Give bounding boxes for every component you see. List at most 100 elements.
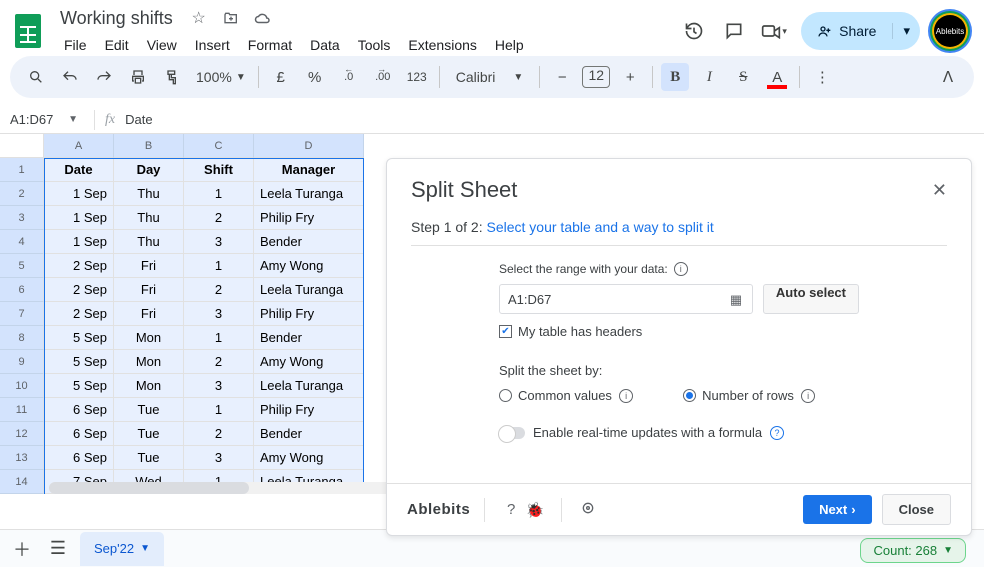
cell[interactable]: Tue <box>114 422 184 446</box>
cell[interactable]: Mon <box>114 350 184 374</box>
col-header-c[interactable]: C <box>184 134 254 158</box>
menu-view[interactable]: View <box>139 33 185 57</box>
next-button[interactable]: Next› <box>803 495 872 524</box>
cell[interactable]: 1 Sep <box>44 206 114 230</box>
decrease-decimal-icon[interactable]: .0← <box>335 63 363 91</box>
all-sheets-icon[interactable]: ☰ <box>44 535 72 563</box>
row-header[interactable]: 9 <box>0 350 44 374</box>
undo-icon[interactable] <box>56 63 84 91</box>
cell[interactable]: 1 <box>184 182 254 206</box>
row-header[interactable]: 3 <box>0 206 44 230</box>
help-icon[interactable]: ? <box>499 501 523 518</box>
cell[interactable]: Date <box>44 158 114 182</box>
cell[interactable]: 1 <box>184 398 254 422</box>
cell[interactable]: 2 Sep <box>44 278 114 302</box>
cell[interactable]: 1 Sep <box>44 230 114 254</box>
move-icon[interactable] <box>221 8 241 28</box>
cell[interactable]: 3 <box>184 374 254 398</box>
cell[interactable]: Shift <box>184 158 254 182</box>
search-icon[interactable] <box>22 63 50 91</box>
font-size-input[interactable]: 12 <box>582 66 610 88</box>
info-icon[interactable]: ? <box>770 426 784 440</box>
cloud-status-icon[interactable] <box>253 8 273 28</box>
row-header[interactable]: 5 <box>0 254 44 278</box>
cell[interactable]: Manager <box>254 158 364 182</box>
cell[interactable]: Mon <box>114 374 184 398</box>
realtime-toggle[interactable]: Enable real-time updates with a formula … <box>499 425 859 440</box>
info-icon[interactable]: i <box>674 262 688 276</box>
cell[interactable]: 1 Sep <box>44 182 114 206</box>
cell[interactable]: Amy Wong <box>254 350 364 374</box>
increase-font-icon[interactable]: + <box>616 63 644 91</box>
bug-icon[interactable]: 🐞 <box>523 501 547 519</box>
cell[interactable]: 2 <box>184 206 254 230</box>
row-header[interactable]: 1 <box>0 158 44 182</box>
row-header[interactable]: 10 <box>0 374 44 398</box>
cell[interactable]: 2 <box>184 350 254 374</box>
row-header[interactable]: 4 <box>0 230 44 254</box>
cell[interactable]: Tue <box>114 398 184 422</box>
italic-button[interactable]: I <box>695 63 723 91</box>
zoom-select[interactable]: 100%▼ <box>192 69 250 85</box>
cell[interactable]: Thu <box>114 230 184 254</box>
cell[interactable]: 3 <box>184 230 254 254</box>
select-all-corner[interactable] <box>0 134 44 158</box>
sheet-tab[interactable]: Sep'22▼ <box>80 532 164 566</box>
account-avatar[interactable]: Ablebits <box>934 15 966 47</box>
cell[interactable]: 6 Sep <box>44 422 114 446</box>
cell[interactable]: Philip Fry <box>254 398 364 422</box>
row-header[interactable]: 7 <box>0 302 44 326</box>
collapse-toolbar-icon[interactable]: ᐱ <box>934 63 962 91</box>
cell[interactable]: 6 Sep <box>44 446 114 470</box>
auto-select-button[interactable]: Auto select <box>763 284 859 314</box>
cell[interactable]: 2 <box>184 422 254 446</box>
close-icon[interactable]: ✕ <box>932 180 947 201</box>
redo-icon[interactable] <box>90 63 118 91</box>
cell[interactable]: Day <box>114 158 184 182</box>
row-header[interactable]: 8 <box>0 326 44 350</box>
cell[interactable]: 2 Sep <box>44 302 114 326</box>
cell[interactable]: 3 <box>184 302 254 326</box>
range-input[interactable]: A1:D67 ▦ <box>499 284 753 314</box>
cell[interactable]: Philip Fry <box>254 302 364 326</box>
cell[interactable]: 5 Sep <box>44 326 114 350</box>
cell[interactable]: Fri <box>114 254 184 278</box>
sheets-app-icon[interactable] <box>10 13 46 49</box>
menu-extensions[interactable]: Extensions <box>400 33 484 57</box>
print-icon[interactable] <box>124 63 152 91</box>
menu-data[interactable]: Data <box>302 33 348 57</box>
menu-format[interactable]: Format <box>240 33 300 57</box>
info-icon[interactable]: i <box>619 389 633 403</box>
percent-icon[interactable]: % <box>301 63 329 91</box>
menu-edit[interactable]: Edit <box>97 33 137 57</box>
cell[interactable]: Fri <box>114 278 184 302</box>
share-dropdown[interactable]: ▾ <box>892 23 920 39</box>
star-icon[interactable]: ☆ <box>189 8 209 28</box>
info-icon[interactable]: i <box>801 389 815 403</box>
number-format-icon[interactable]: 123 <box>403 63 431 91</box>
has-headers-checkbox[interactable]: ✔ My table has headers <box>499 324 859 339</box>
formula-content[interactable]: Date <box>125 112 152 127</box>
paint-format-icon[interactable] <box>158 63 186 91</box>
cell[interactable]: 6 Sep <box>44 398 114 422</box>
cell[interactable]: Leela Turanga <box>254 374 364 398</box>
row-header[interactable]: 2 <box>0 182 44 206</box>
col-header-a[interactable]: A <box>44 134 114 158</box>
radio-common-values[interactable]: Common values i <box>499 388 633 403</box>
document-name[interactable]: Working shifts <box>56 6 177 31</box>
menu-file[interactable]: File <box>56 33 95 57</box>
cell[interactable]: Amy Wong <box>254 254 364 278</box>
cell[interactable]: 1 <box>184 254 254 278</box>
cell[interactable]: 5 Sep <box>44 350 114 374</box>
comments-icon[interactable] <box>721 18 747 44</box>
bold-button[interactable]: B <box>661 63 689 91</box>
cell[interactable]: Bender <box>254 230 364 254</box>
row-header[interactable]: 6 <box>0 278 44 302</box>
text-color-button[interactable]: A <box>763 63 791 91</box>
cell[interactable]: 3 <box>184 446 254 470</box>
cell[interactable]: Amy Wong <box>254 446 364 470</box>
history-icon[interactable] <box>681 18 707 44</box>
increase-decimal-icon[interactable]: .00→ <box>369 63 397 91</box>
row-header[interactable]: 13 <box>0 446 44 470</box>
strike-button[interactable]: S <box>729 63 757 91</box>
